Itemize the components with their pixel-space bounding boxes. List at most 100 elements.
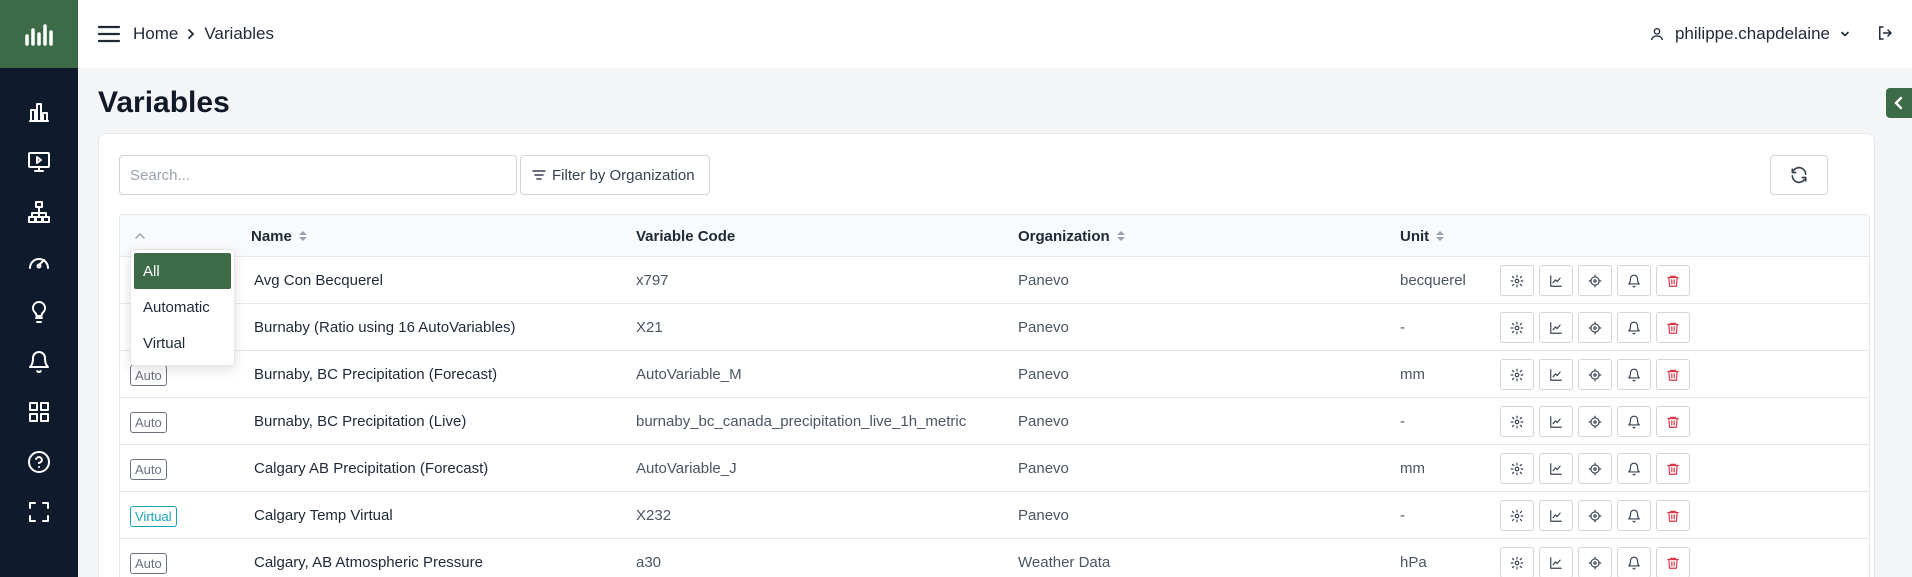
chart-button[interactable]: [1539, 265, 1573, 296]
bell-icon: [1628, 509, 1640, 522]
chart-line-icon: [1550, 368, 1562, 381]
alerts-button[interactable]: [1617, 312, 1651, 343]
variable-code: a30: [636, 554, 662, 571]
delete-button[interactable]: [1656, 265, 1690, 296]
sidebar-item-alerts[interactable]: [0, 342, 78, 382]
chart-button[interactable]: [1539, 453, 1573, 484]
alerts-button[interactable]: [1617, 500, 1651, 531]
sidebar-item-monitor[interactable]: [0, 142, 78, 182]
delete-button[interactable]: [1656, 547, 1690, 577]
lightbulb-icon: [31, 300, 47, 323]
filter-by-organization-button[interactable]: Filter by Organization: [520, 155, 710, 195]
settings-button[interactable]: [1500, 547, 1534, 577]
sidebar-item-help[interactable]: [0, 442, 78, 482]
settings-icon: [1510, 509, 1524, 522]
settings-button[interactable]: [1500, 406, 1534, 437]
help-icon: [28, 451, 50, 473]
locate-button[interactable]: [1578, 453, 1612, 484]
table-row[interactable]: Auto Burnaby, BC Precipitation (Live) burn…: [120, 398, 1869, 445]
sidebar-item-fullscreen[interactable]: [0, 492, 78, 532]
delete-button[interactable]: [1656, 406, 1690, 437]
variable-name[interactable]: Calgary AB Precipitation (Forecast): [254, 445, 488, 492]
variable-name[interactable]: Burnaby, BC Precipitation (Live): [254, 398, 466, 445]
sidebar-item-dashboard[interactable]: [0, 92, 78, 132]
locate-button[interactable]: [1578, 312, 1612, 343]
delete-button[interactable]: [1656, 453, 1690, 484]
settings-button[interactable]: [1500, 453, 1534, 484]
chart-button[interactable]: [1539, 312, 1573, 343]
type-option-virtual[interactable]: Virtual: [134, 325, 231, 361]
chart-button[interactable]: [1539, 359, 1573, 390]
table-row[interactable]: AutoAvg Con Becquerelx797Panevobecquerel: [120, 257, 1869, 304]
bell-icon: [1628, 556, 1640, 569]
search-input[interactable]: [119, 155, 517, 195]
collapse-panel-button[interactable]: [1886, 88, 1912, 118]
header-organization[interactable]: Organization: [1018, 215, 1126, 257]
chart-button[interactable]: [1539, 500, 1573, 531]
type-column-toggle[interactable]: [133, 229, 147, 243]
user-menu[interactable]: philippe.chapdelaine: [1649, 0, 1850, 68]
bell-icon: [1628, 321, 1640, 334]
variable-code: burnaby_bc_canada_precipitation_live_1h_…: [636, 413, 967, 430]
alerts-button[interactable]: [1617, 359, 1651, 390]
header-unit-label: Unit: [1400, 227, 1430, 245]
chart-button[interactable]: [1539, 406, 1573, 437]
type-option-automatic[interactable]: Automatic: [134, 289, 231, 325]
table-row[interactable]: Auto Calgary, AB Atmospheric Pressure a30 W…: [120, 539, 1869, 577]
type-badge: Auto: [130, 459, 167, 480]
settings-button[interactable]: [1500, 265, 1534, 296]
locate-button[interactable]: [1578, 500, 1612, 531]
type-option-all[interactable]: All: [134, 253, 231, 289]
sidebar: [0, 0, 78, 577]
alerts-button[interactable]: [1617, 453, 1651, 484]
breadcrumb-current: Variables: [204, 24, 274, 43]
sidebar-item-insights[interactable]: [0, 292, 78, 332]
chart-button[interactable]: [1539, 547, 1573, 577]
locate-button[interactable]: [1578, 547, 1612, 577]
row-actions: [1500, 500, 1690, 531]
variable-name[interactable]: Calgary Temp Virtual: [254, 492, 393, 539]
settings-button[interactable]: [1500, 312, 1534, 343]
bell-icon: [1628, 274, 1640, 287]
sort-icon: [298, 231, 307, 241]
type-badge: Auto: [130, 553, 167, 574]
menu-toggle-button[interactable]: [97, 23, 121, 45]
unit: mm: [1400, 366, 1425, 383]
logout-button[interactable]: [1876, 24, 1894, 42]
variable-name[interactable]: Burnaby, BC Precipitation (Forecast): [254, 351, 497, 398]
table-row[interactable]: Auto Burnaby, BC Precipitation (Forecast)…: [120, 351, 1869, 398]
locate-button[interactable]: [1578, 359, 1612, 390]
refresh-button[interactable]: [1770, 155, 1828, 195]
settings-button[interactable]: [1500, 359, 1534, 390]
variable-name[interactable]: Calgary, AB Atmospheric Pressure: [254, 539, 483, 577]
delete-button[interactable]: [1656, 500, 1690, 531]
logo[interactable]: [0, 0, 78, 68]
sidebar-item-apps[interactable]: [0, 392, 78, 432]
organization: Weather Data: [1018, 554, 1111, 571]
settings-button[interactable]: [1500, 500, 1534, 531]
breadcrumb-home[interactable]: Home: [133, 24, 178, 44]
locate-button[interactable]: [1578, 406, 1612, 437]
refresh-icon: [1791, 166, 1807, 184]
alerts-button[interactable]: [1617, 406, 1651, 437]
sidebar-item-hierarchy[interactable]: [0, 192, 78, 232]
variable-name[interactable]: Avg Con Becquerel: [254, 257, 383, 304]
delete-button[interactable]: [1656, 359, 1690, 390]
trash-icon: [1667, 463, 1679, 475]
delete-button[interactable]: [1656, 312, 1690, 343]
table-row[interactable]: AutoBurnaby (Ratio using 16 AutoVariable…: [120, 304, 1869, 351]
table-row[interactable]: Virtual Calgary Temp Virtual X232 Panevo -: [120, 492, 1869, 539]
chevron-right-icon: [186, 28, 196, 40]
sidebar-item-gauge[interactable]: [0, 242, 78, 282]
hierarchy-icon: [28, 201, 50, 223]
variable-name[interactable]: Burnaby (Ratio using 16 AutoVariables): [254, 304, 516, 351]
table-row[interactable]: Auto Calgary AB Precipitation (Forecast) A…: [120, 445, 1869, 492]
alerts-button[interactable]: [1617, 547, 1651, 577]
variable-code: AutoVariable_J: [636, 460, 737, 477]
target-icon: [1588, 415, 1602, 428]
header-unit[interactable]: Unit: [1400, 215, 1445, 257]
alerts-button[interactable]: [1617, 265, 1651, 296]
locate-button[interactable]: [1578, 265, 1612, 296]
header-name[interactable]: Name: [251, 215, 308, 257]
logout-icon: [1879, 26, 1892, 40]
